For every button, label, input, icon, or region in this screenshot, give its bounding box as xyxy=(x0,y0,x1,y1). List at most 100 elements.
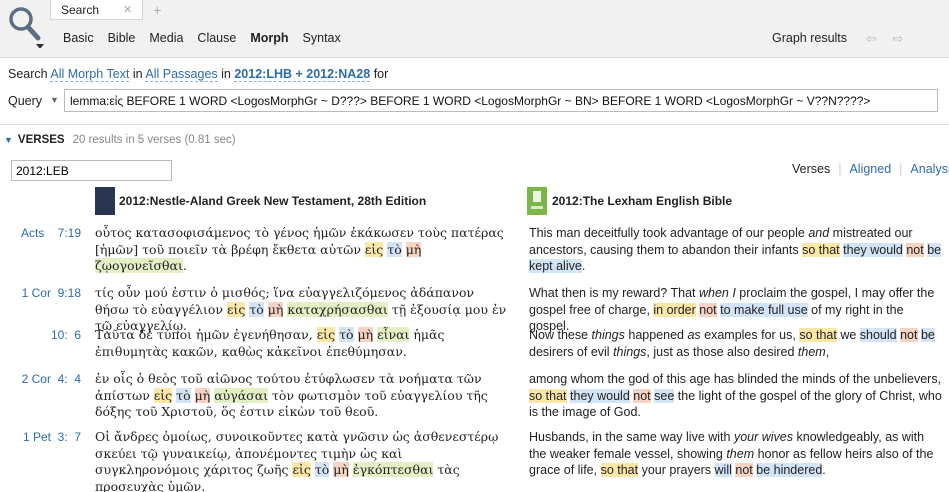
highlighted-word: τὸ xyxy=(176,387,191,403)
highlighted-word: τὸ xyxy=(339,327,354,342)
english-verse[interactable]: Now these things happened as examples fo… xyxy=(529,327,944,360)
highlighted-word: not xyxy=(900,328,918,342)
highlighted-word: τὸ xyxy=(314,462,330,477)
highlighted-word: they would xyxy=(843,242,903,257)
search-prefix: Search xyxy=(8,67,48,81)
highlighted-word: εἰς xyxy=(153,387,173,403)
divider xyxy=(0,124,949,125)
highlighted-word: not xyxy=(735,463,753,477)
highlighted-word: will xyxy=(714,463,732,477)
highlighted-word: εἰς xyxy=(226,301,246,317)
result-count: 20 results in 5 verses (0.81 sec) xyxy=(72,134,236,146)
search-description: Search All Morph Text in All Passages in… xyxy=(8,67,389,82)
in-word-2: in xyxy=(221,67,231,81)
highlighted-word: be xyxy=(920,328,935,342)
italic-word: and xyxy=(808,226,830,240)
italic-word: as xyxy=(687,328,701,342)
history-arrows-icon[interactable]: ⇦ ⇨ xyxy=(866,31,909,47)
highlighted-word: ἐγκόπτεσθαι xyxy=(352,462,434,477)
mode-clause[interactable]: Clause xyxy=(197,31,236,45)
highlighted-word: so that xyxy=(799,328,837,342)
resources-dropdown[interactable]: 2012:LHB + 2012:NA28 xyxy=(234,67,371,82)
highlighted-word: εἶναι xyxy=(377,327,410,342)
highlighted-word: in order xyxy=(653,302,696,317)
tab-strip: Search ✕ + xyxy=(50,0,171,20)
highlighted-word: see xyxy=(654,388,675,403)
highlighted-word: they would xyxy=(570,388,630,403)
greek-verse[interactable]: Ταῦτα δὲ τύποι ἡμῶν ἐγενήθησαν, εἰς τὸ μ… xyxy=(95,327,510,360)
collapse-icon[interactable]: ▼ xyxy=(4,135,13,145)
highlighted-word: ζῳογονεῖσθαι xyxy=(95,258,183,273)
highlighted-word: μὴ xyxy=(357,327,374,342)
separator: | xyxy=(838,162,842,176)
highlighted-word: καταχρήσασθαι xyxy=(287,301,388,317)
english-verse[interactable]: Husbands, in the same way live with your… xyxy=(529,429,944,479)
highlighted-word: should xyxy=(859,328,897,342)
verse-reference[interactable]: 2 Cor 4: 4 xyxy=(0,372,81,386)
highlighted-word: to make full use xyxy=(720,302,808,317)
highlighted-word: μὴ xyxy=(333,462,349,477)
in-word: in xyxy=(132,67,143,81)
search-toolbar: Search ✕ + Basic Bible Media Clause Morp… xyxy=(0,0,949,58)
query-input[interactable] xyxy=(64,89,938,112)
highlighted-word: αὐγάσαι xyxy=(214,387,269,403)
mode-media[interactable]: Media xyxy=(149,31,183,45)
verses-title: VERSES xyxy=(17,134,65,146)
greek-verse[interactable]: οὗτος κατασοφισάμενος τὸ γένος ἡμῶν ἐκάκ… xyxy=(95,225,510,275)
tab-search-label: Search xyxy=(61,2,100,17)
italic-word: things xyxy=(613,344,647,359)
verses-section-header[interactable]: ▼ VERSES 20 results in 5 verses (0.81 sec) xyxy=(4,134,236,146)
view-aligned[interactable]: Aligned xyxy=(849,162,891,176)
verse-reference[interactable]: 1 Pet 3: 7 xyxy=(0,430,81,444)
greek-verse[interactable]: ἐν οἷς ὁ θεὸς τοῦ αἰῶνος τούτου ἐτύφλωσε… xyxy=(95,371,510,421)
highlighted-word: εἰς xyxy=(292,462,311,477)
highlighted-word: εἰς xyxy=(364,241,384,257)
mode-basic[interactable]: Basic xyxy=(63,31,94,45)
add-tab-button[interactable]: + xyxy=(143,0,171,20)
mode-morph[interactable]: Morph xyxy=(250,31,288,45)
highlighted-word: μὴ xyxy=(405,241,422,257)
highlighted-word: so that xyxy=(529,388,567,403)
query-label: Query xyxy=(8,94,43,108)
na28-book-icon[interactable] xyxy=(95,187,115,215)
highlighted-word: be hindered xyxy=(756,463,823,477)
highlighted-word: τὸ xyxy=(249,301,264,317)
english-verse[interactable]: This man deceitfully took advantage of o… xyxy=(529,225,944,275)
view-verses[interactable]: Verses xyxy=(792,162,830,176)
view-analysis[interactable]: Analysis xyxy=(910,162,949,176)
verse-reference[interactable]: Acts 7:19 xyxy=(0,226,81,240)
highlighted-word: not xyxy=(699,302,717,317)
mode-syntax[interactable]: Syntax xyxy=(303,31,341,45)
highlighted-word: so that xyxy=(802,242,840,257)
version-input[interactable] xyxy=(11,160,172,181)
highlighted-word: μὴ xyxy=(194,387,211,403)
leb-book-icon[interactable] xyxy=(527,187,547,215)
verse-reference[interactable]: 1 Cor 9:18 xyxy=(0,286,81,300)
tab-search[interactable]: Search ✕ xyxy=(50,0,144,20)
italic-word: them xyxy=(797,344,826,359)
english-verse[interactable]: among whom the god of this age has blind… xyxy=(529,371,944,421)
query-history-icon[interactable]: ▼ xyxy=(50,95,59,105)
search-icon[interactable] xyxy=(6,4,46,48)
italic-word: things xyxy=(591,328,625,342)
italic-word: them xyxy=(726,446,755,461)
view-switcher: Verses | Aligned | Analysis xyxy=(784,162,949,176)
graph-results-button[interactable]: Graph results xyxy=(772,31,847,45)
close-icon[interactable]: ✕ xyxy=(123,3,132,16)
verse-reference[interactable]: 10: 6 xyxy=(0,328,81,342)
italic-word: when I xyxy=(698,286,736,300)
italic-word: your wives xyxy=(733,430,794,444)
mode-bible[interactable]: Bible xyxy=(108,31,136,45)
for-word: for xyxy=(373,67,389,81)
greek-verse[interactable]: Οἱ ἄνδρες ὁμοίως, συνοικοῦντες κατὰ γνῶσ… xyxy=(95,429,510,492)
greek-column-title[interactable]: 2012:Nestle-Aland Greek New Testament, 2… xyxy=(119,194,426,208)
highlighted-word: τὸ xyxy=(387,241,402,257)
scope-dropdown[interactable]: All Morph Text xyxy=(50,67,130,82)
passages-dropdown[interactable]: All Passages xyxy=(145,67,218,82)
highlighted-word: εἰς xyxy=(316,327,336,342)
english-column-title[interactable]: 2012:The Lexham English Bible xyxy=(552,194,732,208)
separator: | xyxy=(899,162,903,176)
search-mode-tabs: Basic Bible Media Clause Morph Syntax xyxy=(63,31,355,45)
highlighted-word: not xyxy=(633,388,651,403)
highlighted-word: μὴ xyxy=(267,301,284,317)
